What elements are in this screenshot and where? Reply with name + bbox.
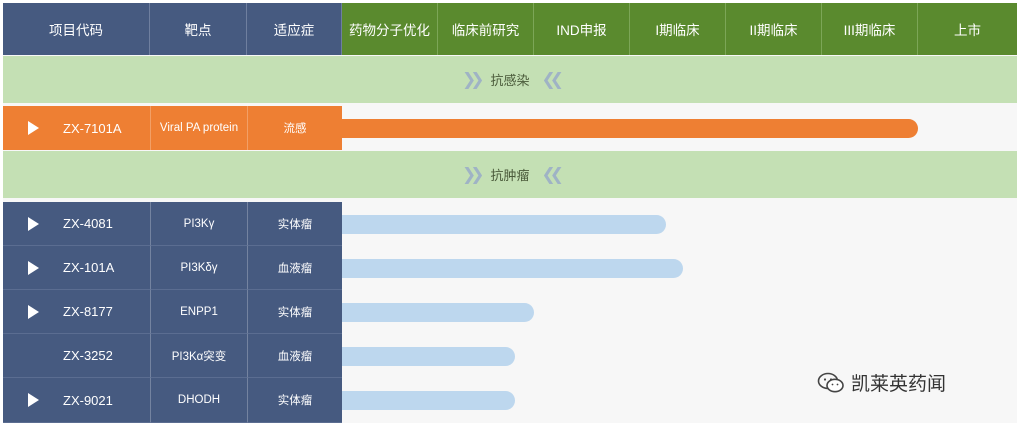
code-cell[interactable]: ZX-101A — [3, 246, 150, 290]
play-icon[interactable] — [28, 304, 39, 319]
indication-cell: 流感 — [247, 106, 342, 150]
progress-bar — [342, 347, 515, 366]
play-icon[interactable] — [28, 216, 39, 231]
header-stage-7: 上市 — [918, 3, 1017, 55]
table-row[interactable]: ZX-101A PI3Kδγ 血液瘤 — [3, 246, 342, 290]
table-row: ZX-3252 PI3Kα突变 血液瘤 — [3, 334, 342, 378]
play-icon[interactable] — [28, 121, 39, 135]
project-code: ZX-7101A — [63, 120, 122, 136]
header-stage-4: I期临床 — [630, 3, 726, 55]
category-band-anti-tumor: ❯❯ 抗肿瘤 ❮❮ — [3, 151, 1017, 198]
code-cell: ZX-3252 — [3, 334, 150, 378]
project-code: ZX-8177 — [63, 304, 113, 319]
play-icon[interactable] — [28, 393, 39, 407]
indication-cell: 实体瘤 — [247, 290, 342, 334]
chevron-left-icon: ❮❮ — [541, 69, 564, 89]
indication-cell: 血液瘤 — [247, 334, 342, 378]
header-code: 项目代码 — [3, 3, 150, 55]
project-code: ZX-101A — [63, 260, 115, 275]
header-stage-1: 药物分子优化 — [342, 3, 438, 55]
header-stage-6: III期临床 — [822, 3, 918, 55]
indication-cell: 实体瘤 — [247, 378, 342, 423]
play-icon[interactable] — [28, 260, 39, 275]
progress-bar — [342, 259, 683, 278]
code-cell[interactable]: ZX-7101A — [3, 106, 150, 150]
indication-cell: 实体瘤 — [247, 202, 342, 246]
pipeline-table: 项目代码 靶点 适应症 药物分子优化 临床前研究 IND申报 I期临床 II期临… — [3, 3, 1017, 423]
progress-bar — [342, 303, 534, 322]
header-stage-2: 临床前研究 — [438, 3, 534, 55]
progress-bar — [342, 215, 666, 234]
code-cell[interactable]: ZX-8177 — [3, 290, 150, 334]
target-cell: DHODH — [150, 378, 247, 423]
code-cell[interactable]: ZX-4081 — [3, 202, 150, 246]
category-label: 抗肿瘤 — [490, 168, 530, 183]
header-indication: 适应症 — [247, 3, 342, 55]
chevron-left-icon: ❮❮ — [541, 164, 564, 184]
target-cell: PI3Kγ — [150, 202, 247, 246]
wechat-icon — [817, 372, 844, 392]
project-code: ZX-3252 — [63, 348, 113, 363]
table-row[interactable]: ZX-4081 PI3Kγ 实体瘤 — [3, 202, 342, 246]
header-stage-3: IND申报 — [534, 3, 630, 55]
target-cell: PI3Kα突变 — [150, 334, 247, 378]
watermark-text: 凯莱英药闻 — [851, 374, 947, 395]
table-row[interactable]: ZX-8177 ENPP1 实体瘤 — [3, 290, 342, 334]
table-row[interactable]: ZX-7101A Viral PA protein 流感 — [3, 106, 342, 150]
table-row[interactable]: ZX-9021 DHODH 实体瘤 — [3, 378, 342, 423]
indication-cell: 血液瘤 — [247, 246, 342, 290]
code-cell[interactable]: ZX-9021 — [3, 378, 150, 423]
project-code: ZX-9021 — [63, 392, 113, 408]
progress-bar — [342, 391, 515, 410]
category-label: 抗感染 — [490, 73, 530, 88]
header-stage-5: II期临床 — [726, 3, 822, 55]
target-cell: ENPP1 — [150, 290, 247, 334]
target-cell: Viral PA protein — [150, 106, 247, 150]
target-cell: PI3Kδγ — [150, 246, 247, 290]
category-band-anti-infection: ❯❯ 抗感染 ❮❮ — [3, 56, 1017, 103]
chevron-right-icon: ❯❯ — [461, 164, 484, 184]
chevron-right-icon: ❯❯ — [461, 69, 484, 89]
header-target: 靶点 — [150, 3, 247, 55]
progress-bar — [342, 119, 918, 138]
project-code: ZX-4081 — [63, 216, 113, 231]
watermark: 凯莱英药闻 — [817, 369, 946, 396]
